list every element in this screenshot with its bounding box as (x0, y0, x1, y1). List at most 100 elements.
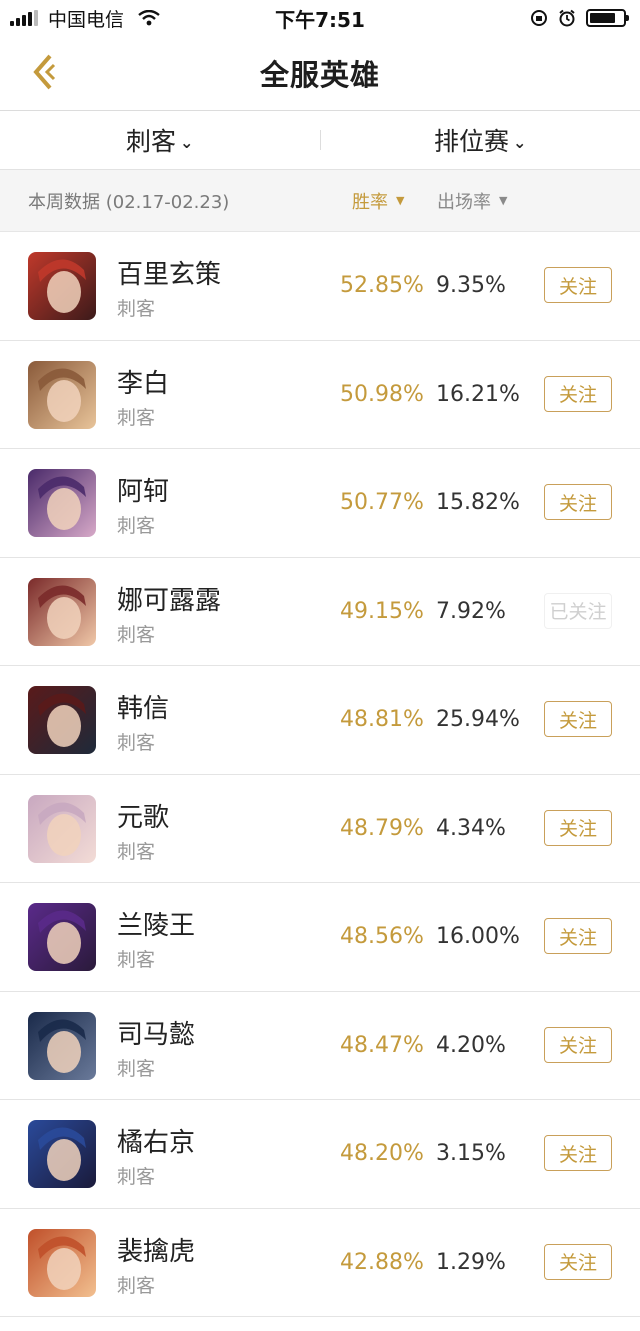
chevron-down-icon: ⌄ (180, 132, 194, 152)
role-filter-label: 刺客 (126, 127, 177, 156)
hero-portrait-icon (28, 469, 96, 537)
hero-portrait-icon (28, 1120, 96, 1188)
hero-avatar (28, 794, 96, 863)
hero-role: 刺客 (117, 515, 156, 537)
carrier-label: 中国电信 (48, 8, 125, 31)
status-left: 中国电信 (0, 5, 160, 32)
hero-row[interactable]: 李白刺客 50.98% 16.21% 关注 (0, 341, 640, 449)
follow-button[interactable]: 关注 (544, 484, 612, 520)
follow-button[interactable]: 关注 (544, 1026, 612, 1063)
hero-portrait-icon (28, 577, 96, 646)
hero-avatar (28, 469, 96, 537)
hero-portrait-icon (28, 686, 96, 754)
hero-name: 元歌 (117, 802, 170, 833)
hero-avatar (28, 252, 96, 320)
mode-filter-dropdown[interactable]: 排位赛 ⌄ (321, 122, 640, 158)
hero-pick-rate: 16.21% (436, 381, 520, 407)
hero-name: 李白 (117, 368, 170, 399)
hero-row[interactable]: 司马懿刺客 48.47% 4.20% 关注 (0, 992, 640, 1100)
hero-role: 刺客 (117, 732, 156, 754)
page-title: 全服英雄 (259, 58, 380, 92)
hero-avatar (28, 686, 96, 754)
hero-role: 刺客 (117, 1274, 156, 1297)
hero-name: 司马懿 (117, 1019, 196, 1050)
hero-avatar (28, 1011, 96, 1080)
back-arrow-icon[interactable] (28, 52, 62, 92)
hero-avatar (28, 360, 96, 429)
win-rate-sort-label: 胜率 (352, 191, 388, 213)
follow-button[interactable]: 关注 (544, 1135, 612, 1171)
hero-portrait-icon (28, 794, 96, 863)
hero-name: 裴擒虎 (117, 1236, 196, 1267)
hero-row[interactable]: 百里玄策 刺客 52.85% 9.35% 关注 (0, 232, 640, 341)
hero-name: 韩信 (117, 694, 170, 724)
hero-name: 橘右京 (117, 1128, 196, 1158)
hero-pick-rate: 15.82% (436, 490, 520, 515)
hero-pick-rate: 7.92% (436, 598, 506, 624)
follow-button[interactable]: 关注 (544, 701, 612, 737)
hero-pick-rate: 25.94% (436, 707, 520, 732)
sort-by-win-rate[interactable]: 胜率 ▼ (352, 188, 404, 214)
rotation-lock-icon (531, 10, 547, 26)
hero-win-rate: 50.98% (340, 381, 424, 407)
hero-name: 阿轲 (117, 477, 170, 507)
follow-button[interactable]: 关注 (544, 1243, 612, 1280)
hero-win-rate: 50.77% (340, 490, 424, 515)
signal-icon (10, 10, 38, 26)
hero-role: 刺客 (117, 1057, 156, 1080)
hero-row[interactable]: 元歌刺客 48.79% 4.34% 关注 (0, 775, 640, 883)
hero-pick-rate: 1.29% (436, 1249, 506, 1275)
hero-row[interactable]: 裴擒虎刺客 42.88% 1.29% 关注 (0, 1209, 640, 1317)
status-right (530, 9, 640, 27)
hero-row[interactable]: 橘右京刺客 48.20% 3.15% 关注 (0, 1100, 640, 1209)
battery-icon (586, 9, 629, 27)
hero-win-rate: 48.47% (340, 1032, 424, 1058)
alarm-icon (559, 9, 575, 27)
follow-button[interactable]: 关注 (544, 375, 612, 412)
stats-header: 本周数据 (02.17-02.23) 胜率 ▼ 出场率 ▼ (0, 170, 640, 232)
hero-row[interactable]: 阿轲刺客 50.77% 15.82% 关注 (0, 449, 640, 558)
hero-pick-rate: 4.20% (436, 1032, 506, 1058)
hero-pick-rate: 3.15% (436, 1141, 506, 1166)
hero-portrait-icon (28, 360, 96, 429)
hero-win-rate: 52.85% (340, 273, 424, 298)
sort-down-icon: ▼ (499, 194, 508, 207)
hero-avatar (28, 577, 96, 646)
hero-role: 刺客 (117, 1166, 156, 1188)
hero-pick-rate: 9.35% (436, 273, 506, 298)
week-range-label: 本周数据 (02.17-02.23) (28, 191, 230, 213)
hero-portrait-icon (28, 1011, 96, 1080)
hero-list: 百里玄策 刺客 52.85% 9.35% 关注 李白 刺客 50.98% 16.21% 关注 阿轲刺… (0, 232, 640, 1317)
hero-avatar (28, 903, 96, 971)
hero-row[interactable]: 娜可露露 刺客 49.15% 7.92% 已关注 (0, 558, 640, 666)
hero-role: 刺客 (117, 623, 156, 646)
hero-row[interactable]: 兰陵王刺客 48.56% 16.00% 关注 (0, 883, 640, 992)
hero-name: 兰陵王 (117, 911, 196, 941)
hero-row[interactable]: 韩信刺客 48.81% 25.94% 关注 (0, 666, 640, 775)
hero-win-rate: 48.81% (340, 707, 424, 732)
follow-button[interactable]: 已关注 (544, 592, 612, 629)
filter-bar: 刺客 ⌄ 排位赛 ⌄ (0, 111, 640, 170)
hero-portrait-icon (28, 252, 96, 320)
hero-avatar (28, 1120, 96, 1188)
sort-down-icon: ▼ (396, 194, 405, 207)
hero-win-rate: 48.56% (340, 924, 424, 949)
hero-win-rate: 48.20% (340, 1141, 424, 1166)
follow-button[interactable]: 关注 (544, 809, 612, 846)
hero-win-rate: 42.88% (340, 1249, 424, 1275)
hero-win-rate: 48.79% (340, 815, 424, 841)
hero-name: 娜可露露 (117, 585, 222, 616)
follow-button[interactable]: 关注 (544, 918, 612, 954)
hero-role: 刺客 (117, 406, 156, 429)
hero-pick-rate: 4.34% (436, 815, 506, 841)
follow-button[interactable]: 关注 (544, 267, 612, 303)
role-filter-dropdown[interactable]: 刺客 ⌄ (0, 122, 320, 158)
status-bar: 中国电信 下午7:51 (0, 0, 640, 36)
hero-role: 刺客 (117, 949, 156, 971)
hero-portrait-icon (28, 1228, 96, 1297)
pick-rate-sort-label: 出场率 (437, 191, 491, 213)
hero-pick-rate: 16.00% (436, 924, 520, 949)
hero-role: 刺客 (117, 840, 156, 863)
hero-role: 刺客 (117, 298, 156, 320)
sort-by-pick-rate[interactable]: 出场率 ▼ (437, 188, 507, 214)
